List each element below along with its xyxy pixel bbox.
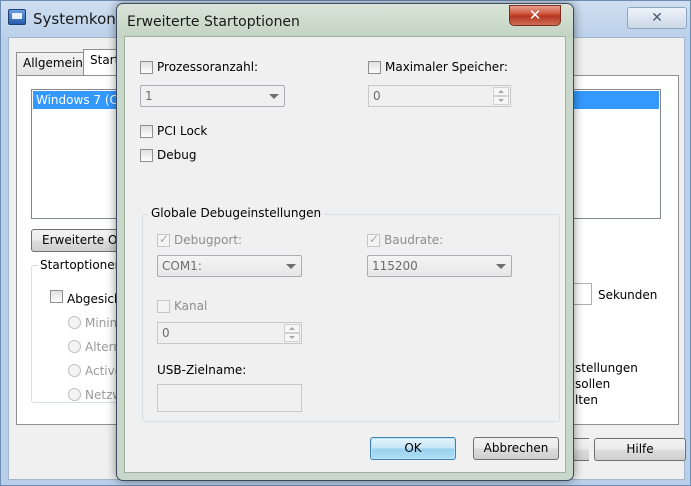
radio-network[interactable]: Netzw: [68, 388, 122, 402]
pci-lock-checkbox-box[interactable]: [140, 124, 153, 138]
debug-checkbox[interactable]: Debug: [140, 148, 196, 162]
max-memory-checkbox-box[interactable]: [368, 60, 381, 74]
make-permanent-text-line: stellungen sollen: [575, 361, 638, 391]
debug-settings-legend: Globale Debugeinstellungen: [148, 206, 325, 220]
advanced-boot-options-dialog: Erweiterte Startoptionen ✕ Prozessoranza…: [116, 3, 574, 481]
max-memory-label: Maximaler Speicher:: [385, 60, 508, 74]
processor-count-dropdown[interactable]: 1: [140, 85, 285, 107]
pci-lock-label: PCI Lock: [157, 124, 208, 138]
processor-count-checkbox[interactable]: Prozessoranzahl:: [140, 60, 258, 74]
dialog-close-button[interactable]: ✕: [509, 5, 561, 26]
ok-button[interactable]: OK: [370, 437, 456, 460]
debug-label: Debug: [157, 148, 197, 162]
spin-up-icon[interactable]: [284, 324, 300, 333]
channel-spinner[interactable]: 0: [157, 322, 302, 344]
close-icon: ✕: [651, 10, 663, 26]
baud-rate-label: Baudrate:: [384, 233, 444, 247]
channel-value: 0: [162, 326, 170, 340]
debug-port-checkbox[interactable]: ✓ Debugport:: [157, 231, 243, 247]
radio-button[interactable]: [68, 388, 81, 401]
baud-rate-checkbox[interactable]: ✓ Baudrate:: [367, 231, 444, 247]
baud-rate-checkbox-box[interactable]: ✓: [367, 231, 380, 247]
debug-port-checkbox-box[interactable]: ✓: [157, 231, 170, 247]
baud-rate-dropdown[interactable]: 115200: [367, 255, 512, 277]
system-config-app-icon: [8, 9, 26, 25]
usb-target-name-input[interactable]: [157, 384, 302, 412]
debug-port-value: COM1:: [162, 259, 202, 273]
help-button[interactable]: Hilfe: [594, 438, 686, 461]
max-memory-value: 0: [373, 89, 381, 103]
chevron-down-icon: [286, 264, 296, 269]
chevron-down-icon: [496, 264, 506, 269]
debug-settings-group: Globale Debugeinstellungen ✓ Debugport: …: [142, 206, 560, 422]
max-memory-checkbox[interactable]: Maximaler Speicher:: [368, 60, 508, 74]
processor-count-label: Prozessoranzahl:: [157, 60, 259, 74]
dialog-title: Erweiterte Startoptionen: [127, 14, 300, 30]
close-icon: ✕: [528, 6, 542, 24]
dialog-title-bar[interactable]: Erweiterte Startoptionen ✕: [117, 4, 573, 38]
radio-alternate-shell[interactable]: Altern: [68, 340, 121, 354]
checkmark-icon: ✓: [369, 231, 380, 246]
window-close-button[interactable]: ✕: [627, 7, 687, 29]
processor-count-value: 1: [145, 89, 153, 103]
processor-count-checkbox-box[interactable]: [140, 60, 153, 74]
boot-options-legend: Startoptionen: [38, 258, 125, 272]
tab-general[interactable]: Allgemein: [16, 52, 90, 75]
spin-down-icon[interactable]: [493, 96, 509, 105]
timeout-input[interactable]: [572, 283, 592, 305]
channel-label: Kanal: [174, 299, 208, 313]
cancel-button[interactable]: Abbrechen: [473, 437, 559, 460]
chevron-down-icon: [269, 94, 279, 99]
radio-button[interactable]: [68, 316, 81, 329]
spin-up-icon[interactable]: [493, 87, 509, 96]
dialog-client-area: Prozessoranzahl: 1 Maximaler Speicher: 0…: [124, 36, 566, 473]
channel-checkbox-box[interactable]: [157, 299, 170, 313]
spinner-buttons: [493, 87, 509, 105]
channel-checkbox[interactable]: Kanal: [157, 299, 207, 313]
spin-down-icon[interactable]: [284, 333, 300, 342]
safe-boot-checkbox-box[interactable]: [50, 290, 63, 303]
safe-boot-checkbox[interactable]: Abgesich: [50, 290, 122, 306]
make-permanent-text: stellungen sollen lten: [575, 360, 675, 408]
debug-port-dropdown[interactable]: COM1:: [157, 255, 302, 277]
baud-rate-value: 115200: [372, 259, 418, 273]
debug-port-label: Debugport:: [174, 233, 243, 247]
radio-minimal[interactable]: Minim: [68, 316, 121, 330]
radio-button[interactable]: [68, 364, 81, 377]
checkmark-icon: ✓: [159, 231, 170, 246]
usb-target-name-label: USB-Zielname:: [157, 363, 247, 377]
seconds-label: Sekunden: [598, 288, 658, 302]
debug-checkbox-box[interactable]: [140, 148, 153, 162]
pci-lock-checkbox[interactable]: PCI Lock: [140, 124, 207, 138]
radio-button[interactable]: [68, 340, 81, 353]
radio-active-directory[interactable]: Active: [68, 364, 122, 378]
spinner-buttons: [284, 324, 300, 342]
max-memory-spinner[interactable]: 0: [368, 85, 511, 107]
safe-boot-label: Abgesich: [67, 292, 122, 306]
make-permanent-text-line: lten: [575, 393, 599, 407]
